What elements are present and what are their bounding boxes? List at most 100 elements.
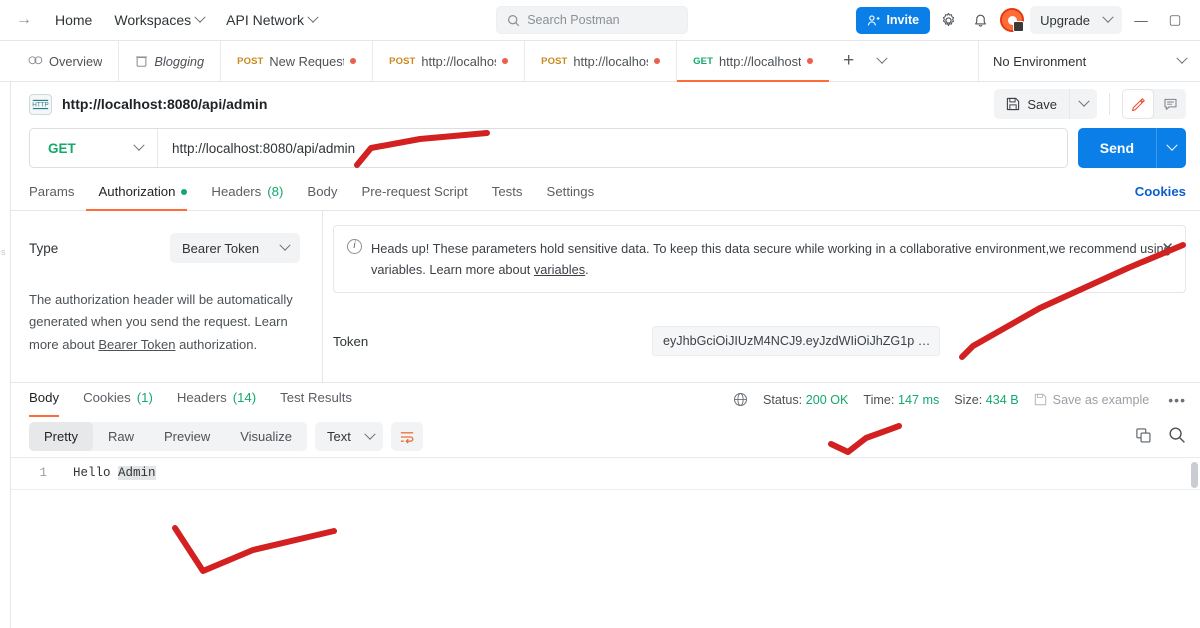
token-input-value: eyJhbGciOiJIUzM4NCJ9.eyJzdWIiOiJhZG1p …	[663, 334, 931, 349]
variables-link[interactable]: variables	[534, 262, 585, 277]
tab-blogging[interactable]: Blogging	[119, 41, 222, 81]
tab-blogging-label: Blogging	[154, 53, 205, 69]
search-response-button[interactable]	[1168, 426, 1186, 447]
response-tab-headers[interactable]: Headers (14)	[165, 384, 268, 416]
environment-selector[interactable]: No Environment	[978, 41, 1200, 81]
cookies-link-label: Cookies	[1134, 184, 1186, 199]
avatar[interactable]	[998, 6, 1026, 34]
search-input[interactable]: Search Postman	[496, 6, 689, 34]
response-body-text: Hello Admin	[57, 458, 156, 628]
url-input[interactable]: http://localhost:8080/api/admin	[158, 129, 1067, 167]
url-row: GET http://localhost:8080/api/admin Send	[11, 128, 1200, 168]
request-tab-tests[interactable]: Tests	[480, 178, 535, 210]
tab-overview[interactable]: Overview	[12, 41, 120, 81]
response-body-viewer[interactable]: 1 Hello Admin	[11, 456, 1200, 628]
response-more-options-button[interactable]: •••	[1164, 392, 1186, 408]
request-tab-authorization[interactable]: Authorization	[86, 178, 199, 211]
http-method-selector[interactable]: GET	[30, 129, 158, 167]
response-tab-test-results[interactable]: Test Results	[268, 384, 364, 416]
save-options-button[interactable]	[1069, 89, 1097, 119]
chevron-down-icon	[133, 139, 145, 151]
search-placeholder: Search Postman	[527, 13, 620, 27]
tab-post-localhost-1[interactable]: POST http://localhost:8	[373, 41, 526, 81]
tab-method-badge: POST	[541, 55, 568, 67]
banner-text-1: Heads up! These parameters hold sensitiv…	[371, 241, 1171, 278]
search-icon	[1169, 427, 1185, 443]
settings-button[interactable]	[934, 6, 962, 34]
auth-description: The authorization header will be automat…	[29, 289, 300, 356]
response-format-selector[interactable]: Text	[315, 422, 384, 451]
response-view-raw[interactable]: Raw	[93, 422, 149, 451]
left-sidebar-rail[interactable]: s	[0, 82, 11, 628]
size-value: 434 B	[985, 392, 1019, 407]
response-view-preview[interactable]: Preview	[149, 422, 225, 451]
close-icon[interactable]: ✕	[1161, 237, 1174, 262]
status-badge: Status: 200 OK	[763, 393, 848, 407]
nav-item-api-network-label: API Network	[226, 12, 304, 28]
unsaved-dot-icon	[654, 58, 661, 64]
chevron-down-icon	[364, 428, 376, 440]
request-tab-settings-label: Settings	[546, 184, 595, 199]
request-response-pane: HTTP http://localhost:8080/api/admin Sav…	[11, 82, 1200, 628]
request-tab-params[interactable]: Params	[29, 178, 86, 210]
forward-arrow-icon[interactable]: →	[14, 12, 44, 28]
nav-item-home[interactable]: Home	[44, 7, 103, 33]
nav-item-workspaces[interactable]: Workspaces	[103, 7, 215, 33]
response-view-visualize[interactable]: Visualize	[225, 422, 307, 451]
request-tab-pre-request-script[interactable]: Pre-request Script	[349, 178, 479, 210]
tab-new-request[interactable]: POST New Request	[221, 41, 374, 81]
response-tab-cookies-count: (1)	[136, 389, 153, 405]
response-scrollbar[interactable]	[1191, 461, 1198, 488]
tab-get-localhost-active[interactable]: GET http://localhost:80	[677, 41, 830, 82]
tab-overview-label: Overview	[49, 53, 103, 69]
send-button-label: Send	[1099, 140, 1134, 156]
response-view-pretty[interactable]: Pretty	[29, 422, 93, 451]
edit-mode-button[interactable]	[1122, 89, 1154, 119]
http-method-label: GET	[48, 140, 76, 156]
response-header: Body Cookies (1) Headers (14) Test Resul…	[11, 381, 1200, 417]
send-button[interactable]: Send	[1077, 128, 1156, 168]
response-tab-body[interactable]: Body	[29, 384, 71, 417]
auth-type-row: Type Bearer Token	[29, 233, 300, 263]
token-input[interactable]: eyJhbGciOiJIUzM4NCJ9.eyJzdWIiOiJhZG1p …	[652, 326, 940, 357]
request-tab-headers[interactable]: Headers (8)	[199, 178, 295, 210]
invite-button[interactable]: Invite	[856, 6, 931, 34]
request-tab-body[interactable]: Body	[295, 178, 349, 210]
tab-list-button[interactable]	[868, 41, 896, 81]
maximize-window-button[interactable]: ▢	[1160, 5, 1190, 35]
upgrade-label: Upgrade	[1040, 12, 1090, 28]
save-button-label: Save	[1027, 96, 1057, 112]
auth-type-value: Bearer Token	[182, 240, 260, 256]
request-tab-tests-label: Tests	[491, 184, 523, 199]
save-button[interactable]: Save	[994, 89, 1069, 119]
nav-item-api-network[interactable]: API Network	[215, 7, 328, 33]
tab-method-badge: POST	[389, 55, 416, 67]
cookies-link[interactable]: Cookies	[1135, 184, 1186, 204]
auth-type-selector[interactable]: Bearer Token	[170, 233, 300, 263]
notifications-button[interactable]	[966, 6, 994, 34]
response-view-pills: Pretty Raw Preview Visualize	[29, 422, 308, 451]
authorization-detail-column: i Heads up! These parameters hold sensit…	[323, 211, 1200, 382]
line-number-gutter: 1	[11, 458, 57, 628]
page-title: http://localhost:8080/api/admin	[62, 96, 268, 112]
bearer-token-link[interactable]: Bearer Token	[98, 337, 175, 352]
copy-response-button[interactable]	[1135, 427, 1152, 447]
word-wrap-button[interactable]	[391, 422, 424, 451]
save-as-example-button[interactable]: Save as example	[1034, 393, 1149, 407]
upgrade-button[interactable]: Upgrade	[1030, 6, 1122, 34]
status-label: Status:	[762, 392, 803, 407]
response-tab-cookies[interactable]: Cookies (1)	[71, 384, 165, 416]
time-value: 147 ms	[897, 392, 940, 407]
response-view-visualize-label: Visualize	[240, 429, 293, 444]
token-row: Token eyJhbGciOiJIUzM4NCJ9.eyJzdWIiOiJhZ…	[333, 326, 1186, 357]
send-options-button[interactable]	[1156, 128, 1186, 168]
comment-button[interactable]	[1154, 89, 1186, 119]
request-tab-settings[interactable]: Settings	[535, 178, 607, 210]
minimize-window-button[interactable]: —	[1126, 5, 1156, 35]
authorization-type-column: Type Bearer Token The authorization head…	[11, 211, 323, 382]
tab-method-badge: GET	[693, 55, 713, 67]
tab-post-localhost-2[interactable]: POST http://localhost:8	[525, 41, 678, 81]
auth-description-text-2: authorization.	[175, 336, 258, 352]
new-tab-button[interactable]: +	[829, 41, 868, 81]
response-tab-test-results-label: Test Results	[280, 389, 352, 405]
